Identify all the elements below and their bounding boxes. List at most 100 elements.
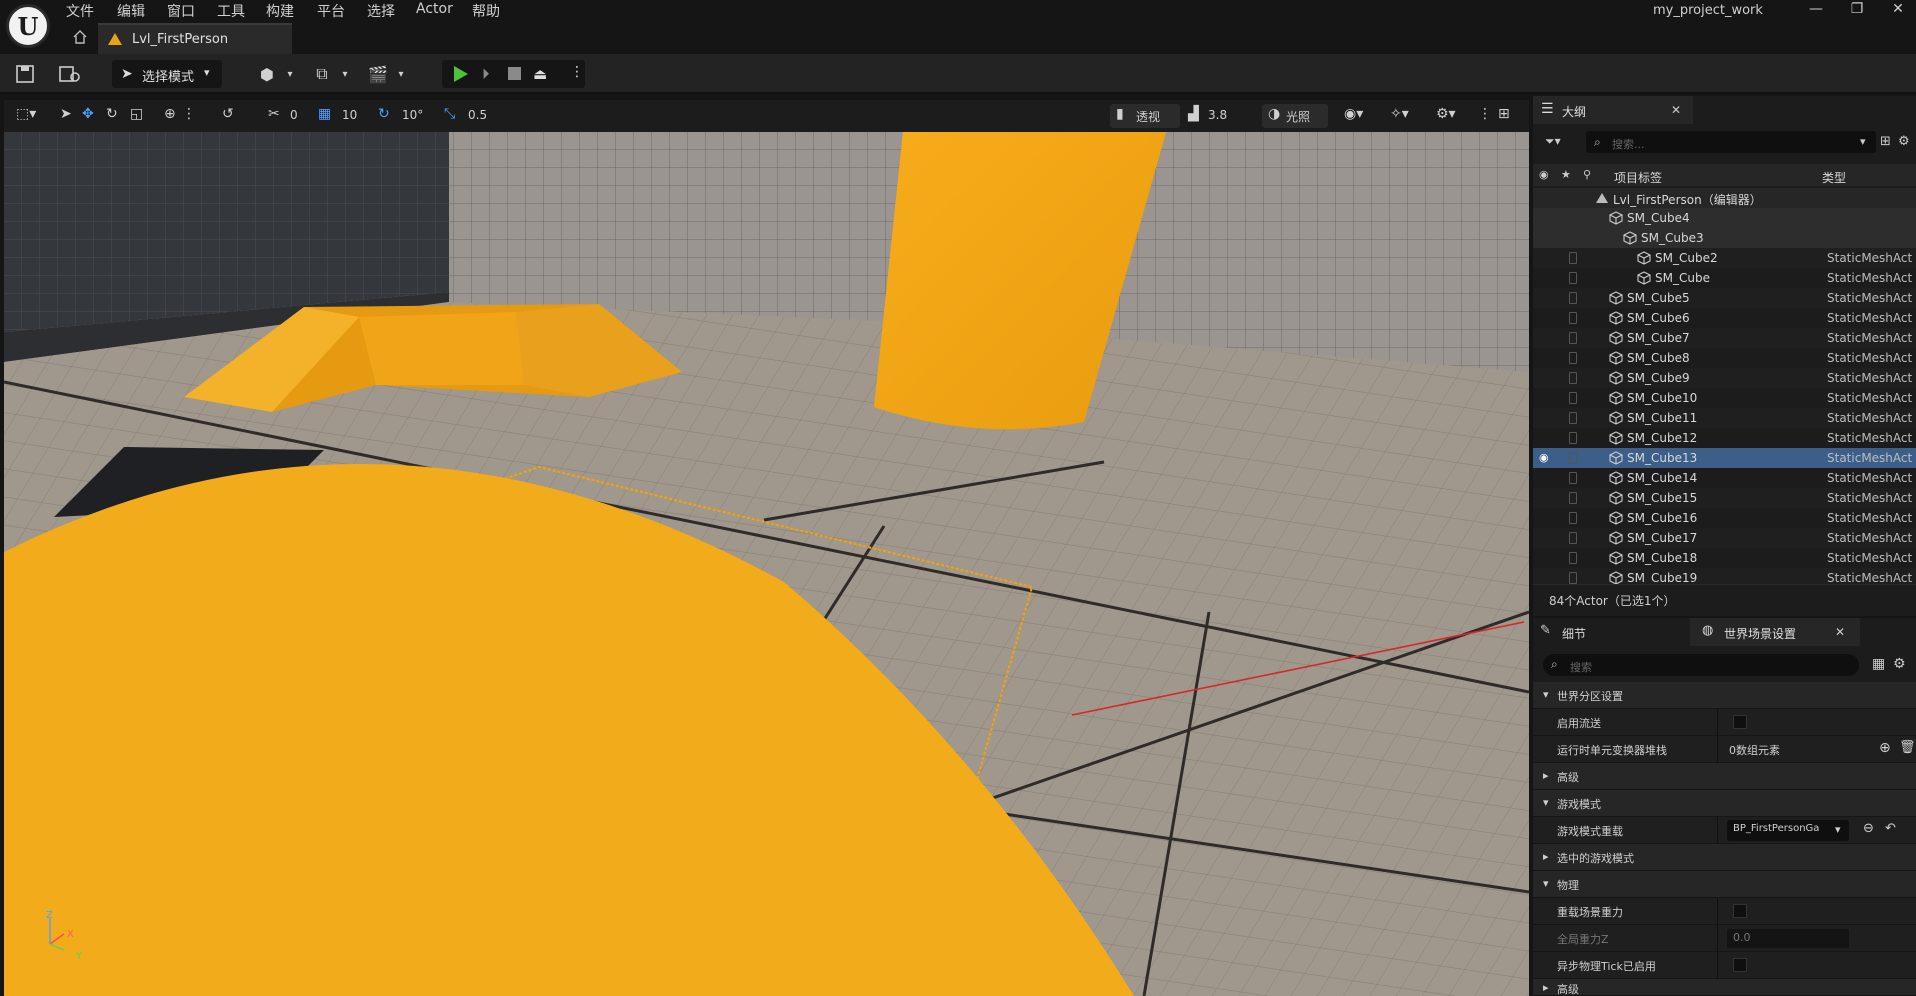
async-physics-checkbox[interactable] xyxy=(1733,958,1747,972)
realtime-icon[interactable]: ✧▾ xyxy=(1390,106,1409,122)
rotation-snap-value[interactable]: 0 xyxy=(290,108,298,122)
menu-build[interactable]: 构建 xyxy=(266,1,294,21)
outliner-row[interactable]: SM_Cube8 StaticMeshActor xyxy=(1533,348,1916,368)
more-options-icon[interactable]: ⋮ xyxy=(570,64,584,80)
minimize-icon[interactable]: — xyxy=(1796,0,1836,20)
scale-snap-icon[interactable]: ⤡ xyxy=(444,106,455,122)
menu-window[interactable]: 窗口 xyxy=(167,1,195,21)
browse-icon[interactable]: ⊖ xyxy=(1863,821,1874,836)
menu-tools[interactable]: 工具 xyxy=(217,1,245,21)
outliner-row[interactable]: SM_Cube15 StaticMeshActor xyxy=(1533,488,1916,508)
outliner-row[interactable]: SM_Cube9 StaticMeshActor xyxy=(1533,368,1916,388)
outliner-row[interactable]: SM_Cube17 StaticMeshActor xyxy=(1533,528,1916,548)
outliner-row[interactable]: SM_Cube2 StaticMeshActor xyxy=(1533,248,1916,268)
maximize-icon[interactable]: ❐ xyxy=(1837,0,1877,20)
outliner-row[interactable]: SM_Cube18 StaticMeshActor xyxy=(1533,548,1916,568)
visibility-icon[interactable]: ◉ xyxy=(1539,168,1549,181)
col-label-header[interactable]: 项目标签 xyxy=(1614,169,1662,186)
menu-select[interactable]: 选择 xyxy=(367,1,395,21)
section-game-mode[interactable]: ▾ 游戏模式 xyxy=(1533,790,1916,817)
content-browser-icon[interactable] xyxy=(58,63,82,85)
add-actor-icon[interactable]: ⬢ xyxy=(255,62,279,86)
scale-snap-value[interactable]: 0.5 xyxy=(468,108,487,122)
outliner-row[interactable]: SM_Cube10 StaticMeshActor xyxy=(1533,388,1916,408)
layout-icon[interactable]: ⊞ xyxy=(1498,106,1510,122)
settings-icon[interactable]: ⚙▾ xyxy=(1436,106,1456,122)
surface-snap-icon[interactable]: ↺ xyxy=(222,106,234,122)
star-icon[interactable]: ★ xyxy=(1561,168,1571,181)
outliner-row[interactable]: SM_Cube4 xyxy=(1533,208,1916,228)
reset-icon[interactable]: ↶ xyxy=(1885,821,1896,836)
outliner-row[interactable]: SM_Cube16 StaticMeshActor xyxy=(1533,508,1916,528)
chevron-down-icon[interactable]: ▾ xyxy=(333,62,357,86)
settings-icon[interactable]: ⚙ xyxy=(1898,134,1910,149)
home-icon[interactable] xyxy=(72,29,88,45)
outliner-row[interactable]: SM_Cube5 StaticMeshActor xyxy=(1533,288,1916,308)
outliner-row[interactable]: SM_Cube7 StaticMeshActor xyxy=(1533,328,1916,348)
menu-platform[interactable]: 平台 xyxy=(317,1,345,21)
blueprint-icon[interactable]: ⧉ xyxy=(310,62,334,86)
close-icon[interactable]: ✕ xyxy=(1835,625,1845,639)
section-advanced[interactable]: ▸ 高级 xyxy=(1533,763,1916,790)
chevron-down-icon[interactable]: ▾ xyxy=(389,62,413,86)
menu-help[interactable]: 帮助 xyxy=(472,1,500,21)
level-viewport[interactable] xyxy=(4,132,1529,996)
menu-actor[interactable]: Actor xyxy=(416,1,453,17)
rotate-tool-icon[interactable]: ↻ xyxy=(106,106,118,122)
tab-details[interactable]: 细节 xyxy=(1562,625,1586,642)
scale-tool-icon[interactable]: ◱ xyxy=(130,106,143,122)
table-view-icon[interactable]: ▦ xyxy=(1872,656,1885,672)
outliner-row[interactable]: SM_Cube14 StaticMeshActor xyxy=(1533,468,1916,488)
outliner-row[interactable]: SM_Cube11 StaticMeshActor xyxy=(1533,408,1916,428)
translate-tool-icon[interactable]: ✥ xyxy=(82,106,94,122)
col-type-header[interactable]: 类型 xyxy=(1822,169,1846,186)
level-tab[interactable]: Lvl_FirstPerson xyxy=(98,23,292,54)
stop-icon[interactable] xyxy=(508,67,521,80)
angle-snap-value[interactable]: 10° xyxy=(402,108,423,122)
close-window-icon[interactable]: ✕ xyxy=(1878,0,1916,20)
chevron-down-icon[interactable]: ▾ xyxy=(278,62,302,86)
grid-snap-icon[interactable]: ▦ xyxy=(318,106,331,122)
world-space-icon[interactable]: ⊕ xyxy=(164,106,176,122)
angle-snap-icon[interactable]: ↻ xyxy=(378,106,390,122)
section-world-partition[interactable]: ▾ 世界分区设置 xyxy=(1533,682,1916,709)
add-folder-icon[interactable]: ⊞ xyxy=(1880,134,1891,149)
pin-icon[interactable]: ⚲ xyxy=(1583,168,1591,181)
unreal-logo-icon[interactable]: U xyxy=(6,4,50,48)
more-options-icon[interactable]: ⋮ xyxy=(182,106,196,122)
section-advanced-2[interactable]: ▸ 高级 xyxy=(1533,979,1916,996)
more-options-icon[interactable]: ⋮ xyxy=(1478,106,1492,122)
override-gravity-checkbox[interactable] xyxy=(1733,904,1747,918)
outliner-row[interactable]: SM_Cube12 StaticMeshActor xyxy=(1533,428,1916,448)
add-element-icon[interactable]: ⊕ xyxy=(1879,740,1891,756)
outliner-row[interactable]: Lvl_FirstPerson（编辑器） xyxy=(1533,188,1916,208)
delete-icon[interactable]: 🗑 xyxy=(1899,740,1916,755)
show-flags-icon[interactable]: ◉▾ xyxy=(1344,106,1363,122)
outliner-row[interactable]: SM_Cube6 StaticMeshActor xyxy=(1533,308,1916,328)
chevron-down-icon[interactable]: ▾ xyxy=(1860,135,1866,148)
eject-icon[interactable]: ⏏ xyxy=(533,65,547,83)
camera-speed-icon[interactable]: ▟ xyxy=(1188,106,1199,122)
visibility-icon[interactable]: ◉ xyxy=(1539,451,1549,464)
menu-edit[interactable]: 编辑 xyxy=(117,1,145,21)
outliner-row[interactable]: SM_Cube3 xyxy=(1533,228,1916,248)
mode-dropdown[interactable]: ➤ 选择模式 ▾ xyxy=(112,60,222,88)
play-icon[interactable] xyxy=(454,66,468,82)
rotation-snap-icon[interactable]: ✂ xyxy=(268,106,280,122)
grid-snap-value[interactable]: 10 xyxy=(342,108,357,122)
outliner-row[interactable]: SM_Cube StaticMeshActor xyxy=(1533,268,1916,288)
section-selected-game-mode[interactable]: ▸ 选中的游戏模式 xyxy=(1533,844,1916,871)
settings-icon[interactable]: ⚙ xyxy=(1893,656,1906,672)
outliner-tab[interactable] xyxy=(1533,96,1693,124)
menu-file[interactable]: 文件 xyxy=(66,1,94,21)
filter-icon[interactable]: ⏷▾ xyxy=(1545,134,1561,149)
cinematics-icon[interactable]: 🎬 xyxy=(366,62,390,86)
save-icon[interactable] xyxy=(14,63,36,85)
section-physics[interactable]: ▾ 物理 xyxy=(1533,871,1916,898)
outliner-row[interactable]: ◉ SM_Cube13 StaticMeshActor xyxy=(1533,448,1916,468)
viewport-menu-icon[interactable]: ⬚▾ xyxy=(16,106,36,122)
close-icon[interactable]: ✕ xyxy=(1671,103,1681,117)
enable-streaming-checkbox[interactable] xyxy=(1733,715,1747,729)
select-tool-icon[interactable]: ➤ xyxy=(60,106,72,122)
camera-speed-value[interactable]: 3.8 xyxy=(1208,108,1227,122)
